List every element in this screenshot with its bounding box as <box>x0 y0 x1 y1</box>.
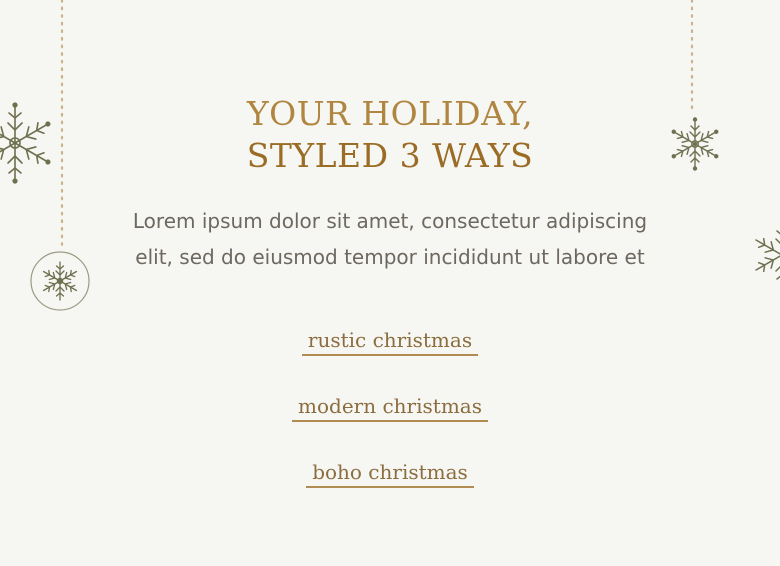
boho-christmas-link[interactable]: boho christmas <box>306 459 474 488</box>
page-title: YOUR HOLIDAY, STYLED 3 WAYS <box>0 93 780 177</box>
hero-section: YOUR HOLIDAY, STYLED 3 WAYS Lorem ipsum … <box>0 0 780 566</box>
style-option-rustic: rustic christmas <box>0 327 780 356</box>
headline-line-2: STYLED 3 WAYS <box>246 136 534 175</box>
intro-line-1: Lorem ipsum dolor sit amet, consectetur … <box>132 209 648 233</box>
modern-christmas-link[interactable]: modern christmas <box>292 393 488 422</box>
headline-line-1: YOUR HOLIDAY, <box>246 94 534 133</box>
intro-paragraph: Lorem ipsum dolor sit amet, consectetur … <box>0 203 780 275</box>
intro-line-2: elit, sed do eiusmod tempor incididunt u… <box>135 245 645 269</box>
style-option-modern: modern christmas <box>0 393 780 422</box>
style-option-boho: boho christmas <box>0 459 780 488</box>
rustic-christmas-link[interactable]: rustic christmas <box>301 327 479 356</box>
